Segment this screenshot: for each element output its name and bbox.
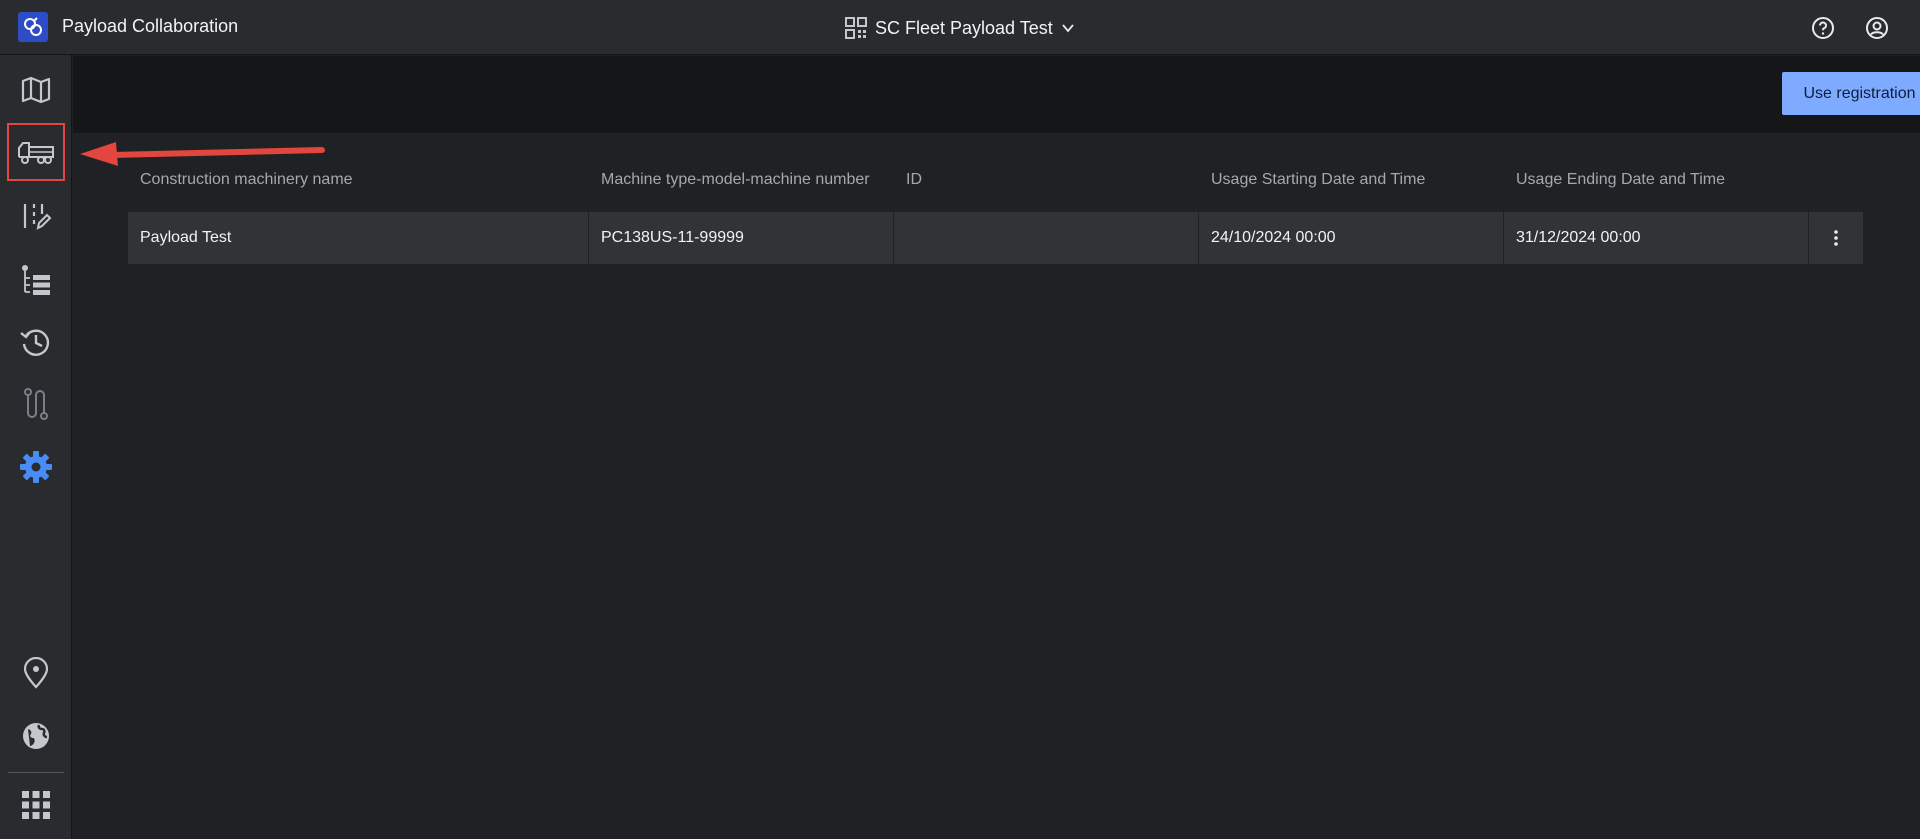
cell-id: [894, 212, 1199, 264]
cell-start: 24/10/2024 00:00: [1199, 212, 1504, 264]
project-selector[interactable]: SC Fleet Payload Test: [845, 14, 1075, 42]
help-button[interactable]: [1810, 15, 1836, 41]
payload-logo-icon: [24, 17, 42, 36]
sidebar-item-settings[interactable]: [8, 439, 64, 495]
table-row[interactable]: Payload Test PC138US-11-99999 24/10/2024…: [128, 212, 1863, 264]
machinery-table: Construction machinery name Machine type…: [128, 150, 1863, 264]
sidebar-item-route[interactable]: [8, 376, 64, 432]
sidebar-item-location[interactable]: [8, 645, 64, 701]
project-name: SC Fleet Payload Test: [875, 17, 1053, 38]
column-header-start[interactable]: Usage Starting Date and Time: [1199, 169, 1504, 191]
sidebar-item-plan-edit[interactable]: [8, 188, 64, 244]
list-icon: [22, 265, 50, 295]
table-header: Construction machinery name Machine type…: [128, 150, 1863, 210]
history-icon: [20, 329, 50, 356]
truck-icon: [18, 142, 54, 164]
qr-code-icon: [845, 17, 867, 39]
route-icon: [24, 388, 48, 420]
gear-icon: [20, 451, 52, 483]
top-bar: Payload Collaboration SC Fleet Payload T…: [0, 0, 1920, 55]
account-button[interactable]: [1864, 15, 1890, 41]
app-title: Payload Collaboration: [62, 16, 239, 36]
column-header-name[interactable]: Construction machinery name: [128, 169, 589, 191]
cell-model: PC138US-11-99999: [589, 212, 894, 264]
chevron-down-icon: [1062, 24, 1074, 33]
globe-icon: [23, 723, 49, 749]
sidebar-item-globe[interactable]: [8, 708, 64, 764]
sidebar-item-apps[interactable]: [8, 777, 64, 833]
sidebar-item-history[interactable]: [8, 314, 64, 370]
column-header-end[interactable]: Usage Ending Date and Time: [1504, 169, 1809, 191]
location-pin-icon: [23, 657, 49, 689]
column-header-model[interactable]: Machine type-model-machine number: [589, 169, 894, 191]
sidebar-item-list[interactable]: [8, 252, 64, 308]
plan-edit-icon: [23, 204, 52, 230]
sidebar-item-map[interactable]: [8, 62, 64, 118]
sidebar-item-machinery[interactable]: [7, 123, 65, 181]
content-toolbar: Use registration: [73, 56, 1920, 133]
column-header-id[interactable]: ID: [894, 169, 1199, 191]
app-logo[interactable]: [18, 12, 48, 42]
row-menu-button[interactable]: [1809, 212, 1863, 264]
account-icon: [1866, 17, 1888, 39]
map-icon: [21, 76, 51, 104]
sidebar: [0, 55, 72, 839]
help-icon: [1812, 17, 1834, 39]
cell-name: Payload Test: [128, 212, 589, 264]
annotation-arrow-icon: [80, 142, 325, 166]
sidebar-divider: [8, 772, 64, 773]
grid-icon: [22, 791, 50, 819]
use-registration-button[interactable]: Use registration: [1782, 72, 1920, 115]
more-vertical-icon: [1834, 230, 1838, 246]
cell-end: 31/12/2024 00:00: [1504, 212, 1809, 264]
